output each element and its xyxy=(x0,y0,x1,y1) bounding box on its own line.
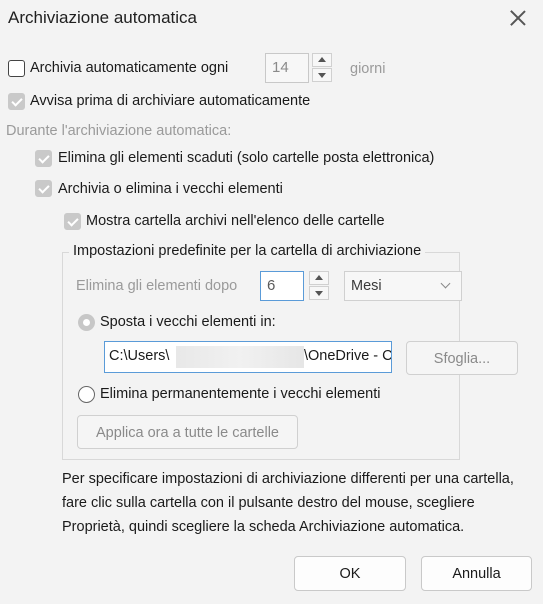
prompt-label: Avvisa prima di archiviare automaticamen… xyxy=(30,93,311,109)
apply-all-folders-button[interactable]: Applica ora a tutte le cartelle xyxy=(77,415,298,449)
days-unit-label: giorni xyxy=(350,61,386,77)
dialog-title: Archiviazione automatica xyxy=(8,8,197,27)
delete-expired-label: Elimina gli elementi scaduti (solo carte… xyxy=(58,150,435,166)
info-text: Per specificare impostazioni di archivia… xyxy=(62,471,514,535)
chevron-down-icon xyxy=(315,291,323,296)
ok-button[interactable]: OK xyxy=(294,556,406,591)
stepper-down-button[interactable] xyxy=(309,286,329,300)
archive-path-end: \OneDrive - C xyxy=(304,348,392,364)
chevron-up-icon xyxy=(318,57,326,62)
clean-after-unit-value: Mesi xyxy=(351,278,382,294)
auto-archive-checkbox[interactable] xyxy=(8,60,25,77)
show-folder-checkbox[interactable] xyxy=(64,213,81,230)
archive-old-checkbox[interactable] xyxy=(35,180,52,197)
clean-after-label: Elimina gli elementi dopo xyxy=(76,278,238,294)
prompt-checkbox[interactable] xyxy=(8,93,25,110)
auto-archive-days-input[interactable]: 14 xyxy=(265,53,309,83)
auto-archive-label: Archivia automaticamente ogni xyxy=(30,60,229,76)
delete-permanently-label: Elimina permanentemente i vecchi element… xyxy=(100,386,381,402)
clean-after-value: 6 xyxy=(267,277,276,294)
move-old-items-radio[interactable] xyxy=(78,314,95,331)
show-folder-label: Mostra cartella archivi nell'elenco dell… xyxy=(86,213,385,229)
default-settings-title: Impostazioni predefinite per la cartella… xyxy=(69,243,426,259)
delete-expired-checkbox[interactable] xyxy=(35,150,52,167)
chevron-up-icon xyxy=(315,275,323,280)
clean-after-input[interactable]: 6 xyxy=(260,271,304,301)
stepper-down-button[interactable] xyxy=(312,68,332,82)
close-icon[interactable] xyxy=(506,6,530,30)
move-old-items-label: Sposta i vecchi elementi in: xyxy=(100,314,276,330)
auto-archive-days-stepper[interactable] xyxy=(312,53,334,83)
archive-path-start: C:\Users\ xyxy=(109,348,170,364)
delete-permanently-radio[interactable] xyxy=(78,386,95,403)
during-archive-label: Durante l'archiviazione automatica: xyxy=(6,123,232,139)
chevron-down-icon xyxy=(440,278,451,289)
auto-archive-days-value: 14 xyxy=(272,59,289,76)
clean-after-unit-select[interactable]: Mesi xyxy=(344,271,462,301)
redacted-username xyxy=(176,346,304,368)
archive-path-input[interactable]: C:\Users\ \OneDrive - C xyxy=(104,341,392,373)
chevron-down-icon xyxy=(318,73,326,78)
cancel-button[interactable]: Annulla xyxy=(421,556,532,591)
stepper-up-button[interactable] xyxy=(312,53,332,67)
archive-old-label: Archivia o elimina i vecchi elementi xyxy=(58,181,283,197)
stepper-up-button[interactable] xyxy=(309,271,329,285)
clean-after-stepper[interactable] xyxy=(309,271,331,301)
browse-button[interactable]: Sfoglia... xyxy=(406,341,518,375)
